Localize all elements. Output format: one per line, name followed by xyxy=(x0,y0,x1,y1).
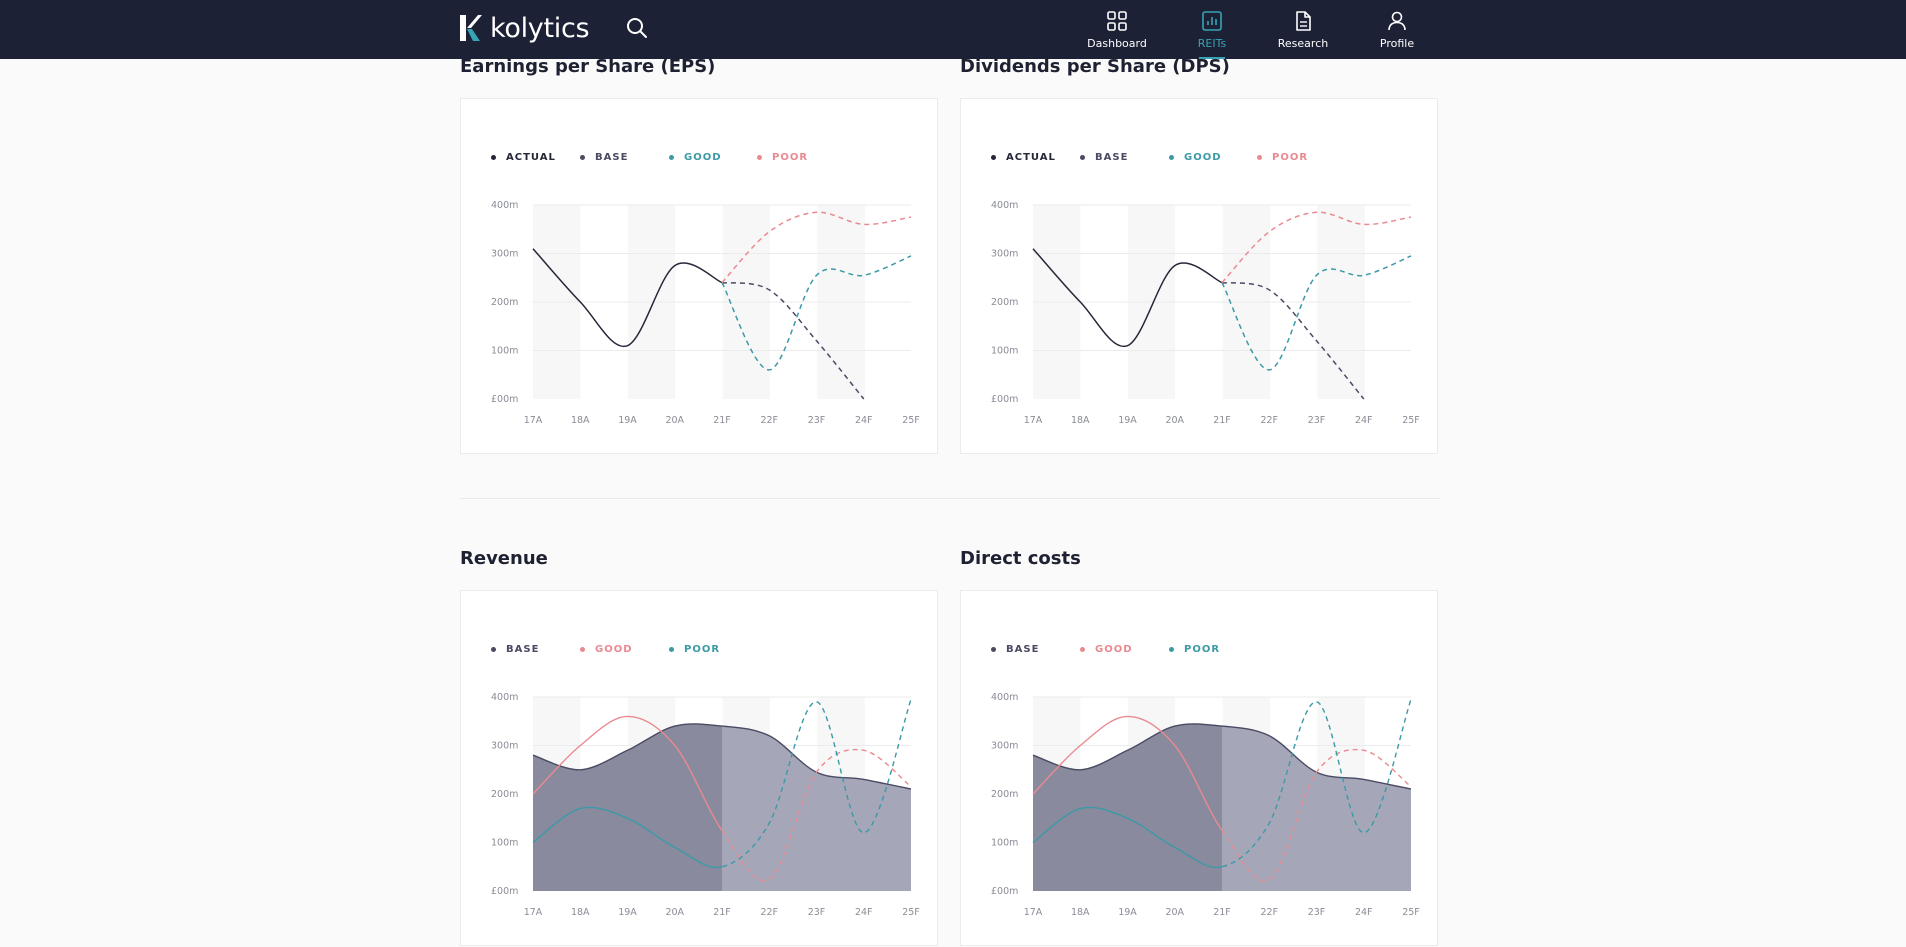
nav-item-profile[interactable]: Profile xyxy=(1352,0,1442,59)
x-tick-label: 20A xyxy=(1165,907,1184,918)
x-tick-label: 17A xyxy=(1024,415,1043,426)
x-tick-label: 19A xyxy=(618,415,637,426)
y-tick-label: 100m xyxy=(991,346,1018,357)
y-tick-label: 200m xyxy=(491,297,518,308)
x-tick-label: 20A xyxy=(665,907,684,918)
direct-costs-chart-card: BASE GOOD POOR £00m 100m 200m 300m 400m 17A 18… xyxy=(960,590,1438,946)
revenue-chart-card: BASE GOOD POOR £00m 100m 200m 300m 400m 17A 18… xyxy=(460,590,938,946)
y-tick-label: 300m xyxy=(991,741,1018,752)
dps-chart-card: ACTUAL BASE GOOD POOR £00m 100m 200m 300m 40… xyxy=(960,98,1438,454)
y-tick-label: 200m xyxy=(991,297,1018,308)
x-tick-label: 23F xyxy=(1308,415,1326,426)
nav-label-reits: REITs xyxy=(1197,37,1227,50)
y-tick-label: 100m xyxy=(491,838,518,849)
direct-costs-chart: £00m 100m 200m 300m 400m 17A 18A 19A 20A 21F 22F 23… xyxy=(991,692,1420,918)
x-tick-label: 17A xyxy=(524,907,543,918)
x-tick-label: 25F xyxy=(1402,907,1420,918)
dps-section-title: Dividends per Share (DPS) xyxy=(960,56,1230,77)
x-tick-label: 25F xyxy=(902,907,920,918)
y-tick-label: 200m xyxy=(491,789,518,800)
x-tick-label: 22F xyxy=(760,907,778,918)
y-tick-label: £00m xyxy=(991,886,1018,897)
x-tick-label: 24F xyxy=(1355,415,1373,426)
x-tick-label: 17A xyxy=(524,415,543,426)
nav-label-profile: Profile xyxy=(1379,37,1415,50)
x-tick-label: 18A xyxy=(1071,907,1090,918)
eps-chart: £00m 100m 200m 300m 400m 17A 18A 19A 20A 21F 22F 23… xyxy=(491,200,920,426)
y-tick-label: 100m xyxy=(491,346,518,357)
y-tick-label: £00m xyxy=(991,394,1018,405)
bar-chart-icon xyxy=(1202,11,1222,31)
x-tick-label: 18A xyxy=(1071,415,1090,426)
y-tick-label: 200m xyxy=(991,789,1018,800)
search-icon xyxy=(627,18,647,38)
kolytics-logo[interactable]: kolytics xyxy=(458,10,590,46)
x-tick-label: 21F xyxy=(1213,907,1231,918)
y-tick-label: 400m xyxy=(991,200,1018,211)
x-tick-label: 19A xyxy=(1118,907,1137,918)
x-tick-label: 19A xyxy=(618,907,637,918)
nav-item-research[interactable]: Research xyxy=(1258,0,1348,59)
eps-section-title: Earnings per Share (EPS) xyxy=(460,56,716,77)
x-tick-label: 21F xyxy=(713,907,731,918)
x-tick-label: 25F xyxy=(1402,415,1420,426)
nav-label-dashboard: Dashboard xyxy=(1087,37,1147,50)
nav-item-reits[interactable]: REITs xyxy=(1167,0,1257,59)
x-tick-label: 24F xyxy=(1355,907,1373,918)
eps-chart-card: ACTUAL BASE GOOD POOR £00m 100m 200m 300m 40… xyxy=(460,98,938,454)
nav-item-dashboard[interactable]: Dashboard xyxy=(1072,0,1162,59)
x-tick-label: 22F xyxy=(1260,907,1278,918)
kolytics-logo-icon xyxy=(460,15,482,41)
dps-chart: £00m 100m 200m 300m 400m 17A 18A 19A 20A 21F 22F 23… xyxy=(991,200,1420,426)
user-icon xyxy=(1388,11,1406,31)
y-tick-label: 400m xyxy=(491,692,518,703)
revenue-section-title: Revenue xyxy=(460,548,548,569)
y-tick-label: 300m xyxy=(491,741,518,752)
y-tick-label: 100m xyxy=(991,838,1018,849)
y-tick-label: £00m xyxy=(491,394,518,405)
y-tick-label: 400m xyxy=(491,200,518,211)
x-tick-label: 23F xyxy=(1308,907,1326,918)
revenue-chart: £00m 100m 200m 300m 400m 17A 18A 19A 20A 21F 22F 23… xyxy=(491,692,920,918)
x-tick-label: 18A xyxy=(571,415,590,426)
x-tick-label: 20A xyxy=(665,415,684,426)
x-tick-label: 23F xyxy=(808,415,826,426)
x-tick-label: 17A xyxy=(1024,907,1043,918)
x-tick-label: 21F xyxy=(713,415,731,426)
brand-name: kolytics xyxy=(490,12,590,44)
y-tick-label: 300m xyxy=(491,249,518,260)
top-navigation-bar: kolytics Dashboard REITs Research Profil… xyxy=(0,0,1906,59)
search-button[interactable] xyxy=(625,16,649,40)
x-tick-label: 24F xyxy=(855,415,873,426)
grid-icon xyxy=(1107,11,1127,31)
x-tick-label: 22F xyxy=(760,415,778,426)
x-tick-label: 22F xyxy=(1260,415,1278,426)
direct-costs-section-title: Direct costs xyxy=(960,548,1081,569)
x-tick-label: 21F xyxy=(1213,415,1231,426)
section-divider xyxy=(460,498,1440,499)
nav-label-research: Research xyxy=(1277,37,1329,50)
y-tick-label: £00m xyxy=(491,886,518,897)
x-tick-label: 25F xyxy=(902,415,920,426)
y-tick-label: 300m xyxy=(991,249,1018,260)
document-icon xyxy=(1296,11,1311,31)
x-tick-label: 20A xyxy=(1165,415,1184,426)
x-tick-label: 18A xyxy=(571,907,590,918)
x-tick-label: 24F xyxy=(855,907,873,918)
y-tick-label: 400m xyxy=(991,692,1018,703)
x-tick-label: 23F xyxy=(808,907,826,918)
x-tick-label: 19A xyxy=(1118,415,1137,426)
